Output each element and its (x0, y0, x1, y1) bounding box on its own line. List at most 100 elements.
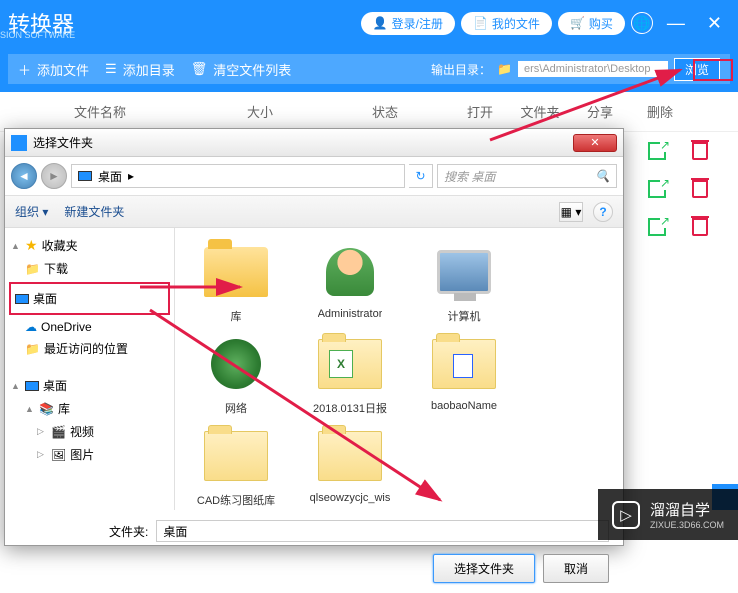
chevron-right-icon: ▸ (128, 169, 134, 183)
folder-icon: 📁 (25, 262, 40, 276)
star-icon: ★ (25, 237, 38, 254)
my-files-label: 我的文件 (492, 15, 540, 32)
output-path-field[interactable]: ers\Administrator\Desktop (518, 61, 668, 77)
file-network[interactable]: 网络 (183, 332, 289, 416)
search-input[interactable]: 搜索 桌面 🔍 (437, 164, 617, 188)
my-files-button[interactable]: 📄 我的文件 (461, 12, 552, 35)
tree-onedrive[interactable]: ☁OneDrive (9, 317, 170, 337)
organize-button[interactable]: 组织 ▾ (15, 203, 48, 220)
refresh-button[interactable]: ↻ (409, 164, 433, 188)
delete-icon[interactable] (692, 218, 708, 236)
user-icon: 👤 (373, 16, 388, 30)
desktop-icon (25, 381, 39, 391)
search-icon: 🔍 (595, 169, 610, 183)
file-folder2[interactable]: baobaoName (411, 332, 517, 416)
tree-videos[interactable]: ▷🎬视频 (9, 420, 170, 443)
buy-button[interactable]: 🛒 购买 (558, 12, 625, 35)
minimize-button[interactable]: — (659, 13, 693, 34)
add-file-button[interactable]: ＋ 添加文件 (18, 60, 89, 79)
cancel-button[interactable]: 取消 (543, 554, 609, 583)
add-dir-button[interactable]: ☰ 添加目录 (105, 60, 175, 79)
breadcrumb[interactable]: 桌面 ▸ (71, 164, 405, 188)
open-icon[interactable] (648, 218, 666, 236)
app-subtitle: SION SOFTWARE (0, 30, 75, 40)
desktop-icon (78, 171, 92, 181)
cart-icon: 🛒 (570, 16, 585, 30)
login-button[interactable]: 👤 登录/注册 (361, 12, 455, 35)
library-icon: 📚 (39, 402, 54, 416)
folder-icon (204, 431, 268, 481)
col-share: 分享 (570, 102, 630, 121)
clear-list-button[interactable]: 🗑 清空文件列表 (191, 60, 292, 79)
watermark: ▷ 溜溜自学 ZIXUE.3D66.COM (598, 489, 738, 540)
picture-icon: 🖼 (51, 448, 66, 462)
annotation-highlight (693, 59, 733, 81)
folder-dialog: 选择文件夹 ✕ ◄ ► 桌面 ▸ ↻ 搜索 桌面 🔍 组织 ▾ 新建文件夹 ▦ … (4, 128, 624, 546)
nav-forward-button[interactable]: ► (41, 163, 67, 189)
folder-tree: ▲★收藏夹 📁下载 桌面 ☁OneDrive 📁最近访问的位置 ▲桌面 ▲📚库 … (5, 228, 175, 510)
watermark-name: 溜溜自学 (650, 502, 710, 519)
add-dir-label: 添加目录 (123, 60, 175, 79)
cloud-icon: ☁ (25, 320, 37, 334)
tree-desktop-root[interactable]: ▲桌面 (9, 374, 170, 397)
video-icon: 🎬 (51, 425, 66, 439)
tree-pictures[interactable]: ▷🖼图片 (9, 443, 170, 466)
file-computer[interactable]: 计算机 (411, 240, 517, 324)
file-grid: 库 Administrator 计算机 网络 2018.0131日报 baoba… (175, 228, 623, 510)
network-icon (211, 339, 261, 389)
tree-library[interactable]: ▲📚库 (9, 397, 170, 420)
recent-icon: 📁 (25, 342, 40, 356)
delete-icon[interactable] (692, 180, 708, 198)
open-icon[interactable] (648, 180, 666, 198)
col-delete: 删除 (630, 102, 690, 121)
file-admin[interactable]: Administrator (297, 240, 403, 324)
folder-open-icon (204, 247, 268, 297)
tree-favorites[interactable]: ▲★收藏夹 (9, 234, 170, 257)
breadcrumb-text: 桌面 (98, 168, 122, 185)
folder-input-label: 文件夹: (19, 523, 148, 540)
user-icon (326, 248, 374, 296)
folder-icon (432, 339, 496, 389)
file-icon: 📄 (473, 16, 488, 30)
dialog-icon (11, 135, 27, 151)
output-dir-label: 输出目录： (431, 61, 491, 78)
watermark-url: ZIXUE.3D66.COM (650, 520, 724, 530)
close-button[interactable]: ✕ (699, 13, 730, 34)
delete-icon[interactable] (692, 142, 708, 160)
file-folder4[interactable]: qlseowzycjc_wis (297, 424, 403, 508)
col-folder: 文件夹 (510, 102, 570, 121)
play-icon: ▷ (612, 501, 640, 529)
col-open: 打开 (450, 102, 510, 121)
globe-icon[interactable]: 🌐 (631, 12, 653, 34)
open-icon[interactable] (648, 142, 666, 160)
buy-label: 购买 (589, 15, 613, 32)
new-folder-button[interactable]: 新建文件夹 (64, 203, 124, 220)
login-label: 登录/注册 (392, 15, 443, 32)
dialog-close-button[interactable]: ✕ (573, 134, 617, 152)
plus-icon: ＋ (18, 60, 31, 79)
dialog-title: 选择文件夹 (33, 134, 93, 151)
file-library[interactable]: 库 (183, 240, 289, 324)
list-icon: ☰ (105, 61, 117, 77)
col-name: 文件名称 (0, 102, 200, 121)
file-folder3[interactable]: CAD练习图纸库 (183, 424, 289, 508)
desktop-icon (15, 294, 29, 304)
clear-icon: 🗑 (191, 61, 208, 77)
folder-icon (318, 431, 382, 481)
folder-input[interactable] (156, 520, 609, 542)
search-placeholder: 搜索 桌面 (444, 168, 495, 185)
file-folder1[interactable]: 2018.0131日报 (297, 332, 403, 416)
tree-downloads[interactable]: 📁下载 (9, 257, 170, 280)
tree-recent[interactable]: 📁最近访问的位置 (9, 337, 170, 360)
select-folder-button[interactable]: 选择文件夹 (433, 554, 535, 583)
folder-icon: 📁 (497, 62, 512, 76)
tree-desktop[interactable]: 桌面 (9, 282, 170, 315)
col-status: 状态 (320, 102, 450, 121)
view-button[interactable]: ▦ ▾ (559, 202, 583, 222)
folder-icon (318, 339, 382, 389)
help-button[interactable]: ? (593, 202, 613, 222)
computer-icon (437, 250, 491, 294)
clear-list-label: 清空文件列表 (213, 60, 291, 79)
nav-back-button[interactable]: ◄ (11, 163, 37, 189)
add-file-label: 添加文件 (37, 60, 89, 79)
